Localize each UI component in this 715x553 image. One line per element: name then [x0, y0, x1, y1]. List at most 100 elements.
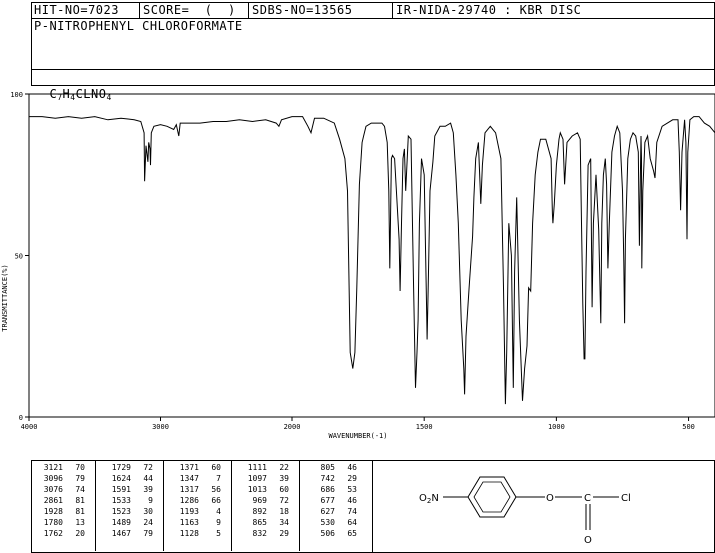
- peak-transmittance: 60: [211, 463, 221, 472]
- peak-row: 1371 60: [171, 462, 221, 473]
- peak-column-divider: [299, 460, 300, 551]
- peak-wavenumber: 742: [320, 474, 335, 483]
- peak-row: 805 46: [307, 462, 357, 473]
- peak-wavenumber: 832: [252, 529, 267, 538]
- x-tick-label: 4000: [21, 423, 38, 431]
- peak-wavenumber: 2861: [43, 496, 63, 505]
- peak-wavenumber: 1371: [179, 463, 199, 472]
- peak-row: 627 74: [307, 506, 357, 517]
- peak-column-divider: [163, 460, 164, 551]
- peak-row: 677 46: [307, 495, 357, 506]
- chemical-structure: O2N O C Cl O: [419, 476, 631, 546]
- peak-transmittance: 81: [75, 496, 85, 505]
- peak-row: 1467 79: [103, 528, 153, 539]
- y-axis: 100 50 0: [10, 91, 29, 422]
- peak-wavenumber: 1193: [179, 507, 199, 516]
- peak-column: 805 46 742 29 686 53 677 46 627 74 530 64 506 65: [307, 462, 357, 539]
- peak-column-divider: [95, 460, 96, 551]
- peak-wavenumber: 1591: [111, 485, 131, 494]
- peak-wavenumber: 1286: [179, 496, 199, 505]
- peak-row: 1928 81: [35, 506, 85, 517]
- peak-table-body: 3121 70 3096 79 3076 74 2861 81 1928 81 1780 13 1762…: [31, 460, 373, 551]
- score: SCORE= ( ): [143, 3, 236, 17]
- peak-transmittance: 5: [216, 529, 221, 538]
- x-tick-label: 500: [682, 423, 695, 431]
- sdbs-no: SDBS-NO=13565: [252, 3, 353, 17]
- peak-transmittance: 30: [143, 507, 153, 516]
- peak-transmittance: 29: [279, 529, 289, 538]
- peak-transmittance: 22: [279, 463, 289, 472]
- peak-row: 1533 9: [103, 495, 153, 506]
- header-divider: [248, 2, 249, 18]
- peak-row: 1729 72: [103, 462, 153, 473]
- peak-row: 865 34: [239, 517, 289, 528]
- peak-wavenumber: 1928: [43, 507, 63, 516]
- peak-transmittance: 34: [279, 518, 289, 527]
- peak-row: 1286 66: [171, 495, 221, 506]
- peak-wavenumber: 1467: [111, 529, 131, 538]
- peak-wavenumber: 627: [320, 507, 335, 516]
- formula-divider: [31, 69, 715, 70]
- peak-wavenumber: 1347: [179, 474, 199, 483]
- y-tick-label: 100: [10, 91, 23, 99]
- peak-wavenumber: 686: [320, 485, 335, 494]
- peak-transmittance: 9: [216, 518, 221, 527]
- x-tick-label: 1000: [548, 423, 565, 431]
- peak-wavenumber: 865: [252, 518, 267, 527]
- peak-row: 3076 74: [35, 484, 85, 495]
- peak-row: 892 18: [239, 506, 289, 517]
- peak-transmittance: 79: [143, 529, 153, 538]
- header-bar: [31, 2, 715, 19]
- x-tick-label: 1500: [416, 423, 433, 431]
- peak-row: 3096 79: [35, 473, 85, 484]
- peak-transmittance: 9: [148, 496, 153, 505]
- header-divider: [139, 2, 140, 18]
- peak-column: 3121 70 3096 79 3076 74 2861 81 1928 81 1780 13 1762…: [35, 462, 85, 539]
- peak-transmittance: 39: [143, 485, 153, 494]
- peak-wavenumber: 805: [320, 463, 335, 472]
- y-tick-label: 50: [15, 253, 23, 261]
- peak-row: 1489 24: [103, 517, 153, 528]
- peak-wavenumber: 530: [320, 518, 335, 527]
- peak-wavenumber: 1533: [111, 496, 131, 505]
- x-axis-label: WAVENUMBER(-1): [328, 432, 387, 440]
- peak-transmittance: 39: [279, 474, 289, 483]
- peak-wavenumber: 1523: [111, 507, 131, 516]
- peak-transmittance: 24: [143, 518, 153, 527]
- peak-column: 1371 60 1347 7 1317 56 1286 66 1193 4 1163 9 1128 5: [171, 462, 221, 539]
- peak-wavenumber: 1317: [179, 485, 199, 494]
- peak-transmittance: 66: [211, 496, 221, 505]
- hit-no: HIT-NO=7023: [34, 3, 119, 17]
- peak-transmittance: 60: [279, 485, 289, 494]
- peak-row: 2861 81: [35, 495, 85, 506]
- peak-wavenumber: 1013: [247, 485, 267, 494]
- peak-wavenumber: 969: [252, 496, 267, 505]
- peak-wavenumber: 3121: [43, 463, 63, 472]
- peak-transmittance: 56: [211, 485, 221, 494]
- peak-wavenumber: 1128: [179, 529, 199, 538]
- compound-name: P-NITROPHENYL CHLOROFORMATE: [34, 19, 243, 33]
- peak-row: 530 64: [307, 517, 357, 528]
- peak-wavenumber: 1111: [247, 463, 267, 472]
- peak-transmittance: 72: [143, 463, 153, 472]
- y-tick-label: 0: [19, 414, 23, 422]
- peak-row: 1163 9: [171, 517, 221, 528]
- plot-frame: [28, 93, 715, 418]
- peak-transmittance: 29: [347, 474, 357, 483]
- peak-row: 1624 44: [103, 473, 153, 484]
- header-divider: [392, 2, 393, 18]
- peak-transmittance: 70: [75, 463, 85, 472]
- peak-transmittance: 53: [347, 485, 357, 494]
- peak-column: 1729 72 1624 44 1591 39 1533 9 1523 30 1489 24 1467 7…: [103, 462, 153, 539]
- peak-transmittance: 81: [75, 507, 85, 516]
- peak-transmittance: 79: [75, 474, 85, 483]
- peak-wavenumber: 1163: [179, 518, 199, 527]
- peak-wavenumber: 892: [252, 507, 267, 516]
- peak-row: 1013 60: [239, 484, 289, 495]
- peak-row: 1097 39: [239, 473, 289, 484]
- x-tick-label: 3000: [152, 423, 169, 431]
- peak-wavenumber: 1489: [111, 518, 131, 527]
- peak-wavenumber: 3076: [43, 485, 63, 494]
- peak-row: 1762 20: [35, 528, 85, 539]
- peak-transmittance: 18: [279, 507, 289, 516]
